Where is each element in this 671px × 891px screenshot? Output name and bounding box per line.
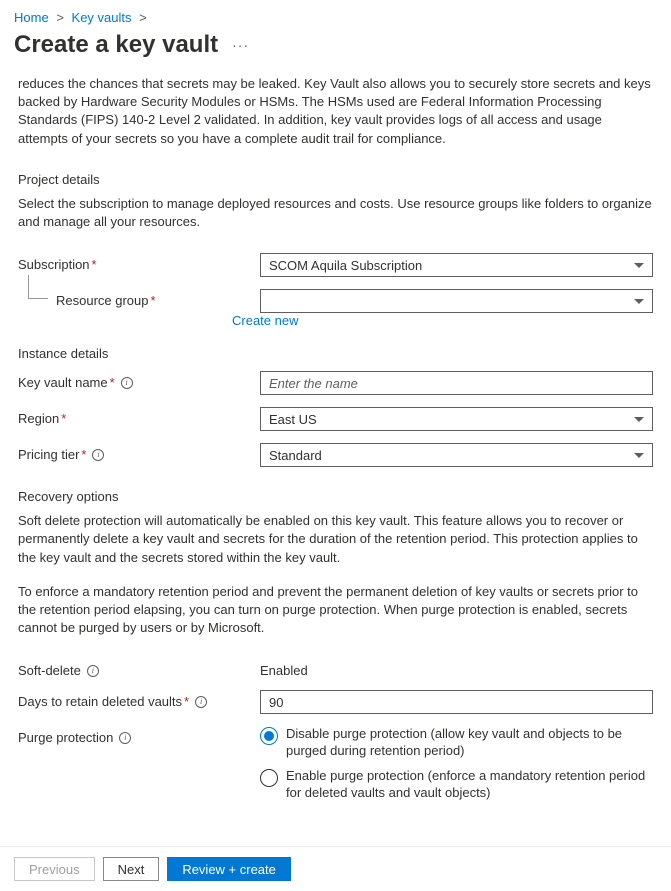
- chevron-right-icon: >: [139, 10, 147, 25]
- chevron-down-icon: [634, 263, 644, 268]
- days-retain-label: Days to retain deleted vaults* i: [18, 690, 260, 709]
- create-new-link[interactable]: Create new: [232, 313, 298, 328]
- purge-protection-label: Purge protection i: [18, 726, 260, 745]
- project-details-header: Project details: [18, 172, 653, 187]
- breadcrumb-home[interactable]: Home: [14, 10, 49, 25]
- soft-delete-value: Enabled: [260, 659, 653, 678]
- days-retain-input[interactable]: [260, 690, 653, 714]
- info-icon[interactable]: i: [92, 449, 104, 461]
- chevron-down-icon: [634, 453, 644, 458]
- pricing-tier-select[interactable]: Standard: [260, 443, 653, 467]
- region-value: East US: [269, 412, 317, 427]
- region-select[interactable]: East US: [260, 407, 653, 431]
- pricing-tier-label: Pricing tier* i: [18, 443, 260, 462]
- info-icon[interactable]: i: [195, 696, 207, 708]
- subscription-value: SCOM Aquila Subscription: [269, 258, 422, 273]
- breadcrumb-keyvaults[interactable]: Key vaults: [72, 10, 132, 25]
- page-title: Create a key vault: [14, 31, 218, 59]
- purge-disable-radio[interactable]: [260, 727, 278, 745]
- recovery-desc1: Soft delete protection will automaticall…: [18, 512, 653, 567]
- resource-group-select[interactable]: [260, 289, 653, 313]
- intro-text: reduces the chances that secrets may be …: [18, 75, 653, 148]
- breadcrumb: Home > Key vaults >: [0, 0, 671, 29]
- next-button[interactable]: Next: [103, 857, 160, 881]
- previous-button[interactable]: Previous: [14, 857, 95, 881]
- info-icon[interactable]: i: [119, 732, 131, 744]
- keyvault-name-label: Key vault name* i: [18, 371, 260, 390]
- recovery-desc2: To enforce a mandatory retention period …: [18, 583, 653, 638]
- resource-group-label: Resource group*: [18, 289, 260, 308]
- more-icon[interactable]: ···: [232, 37, 249, 53]
- pricing-tier-value: Standard: [269, 448, 322, 463]
- chevron-down-icon: [634, 417, 644, 422]
- page-title-bar: Create a key vault ···: [0, 29, 671, 67]
- recovery-header: Recovery options: [18, 489, 653, 504]
- info-icon[interactable]: i: [121, 377, 133, 389]
- chevron-down-icon: [634, 299, 644, 304]
- purge-disable-label: Disable purge protection (allow key vaul…: [286, 726, 646, 760]
- info-icon[interactable]: i: [87, 665, 99, 677]
- region-label: Region*: [18, 407, 260, 426]
- footer-bar: Previous Next Review + create: [0, 846, 671, 891]
- subscription-label: Subscription*: [18, 253, 260, 272]
- chevron-right-icon: >: [56, 10, 64, 25]
- instance-details-header: Instance details: [18, 346, 653, 361]
- project-details-desc: Select the subscription to manage deploy…: [18, 195, 653, 231]
- review-create-button[interactable]: Review + create: [167, 857, 291, 881]
- keyvault-name-input[interactable]: [260, 371, 653, 395]
- soft-delete-label: Soft-delete i: [18, 659, 260, 678]
- purge-enable-radio[interactable]: [260, 769, 278, 787]
- purge-enable-label: Enable purge protection (enforce a manda…: [286, 768, 646, 802]
- subscription-select[interactable]: SCOM Aquila Subscription: [260, 253, 653, 277]
